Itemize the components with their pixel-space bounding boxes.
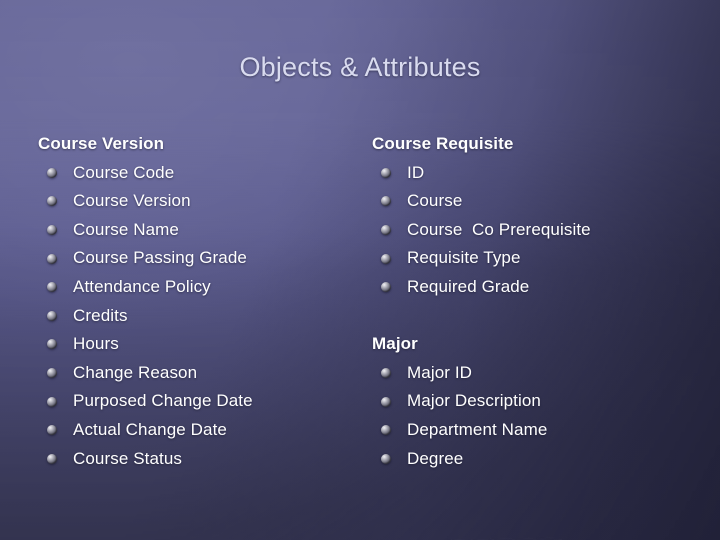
group-heading: Course Version xyxy=(38,134,165,153)
left-column: Course Version Course Code Course Versio… xyxy=(38,130,358,473)
list-item: Major Description xyxy=(372,387,702,416)
list-item: Requisite Type xyxy=(372,244,702,273)
list-item: Course Status xyxy=(38,445,358,474)
list-item: Attendance Policy xyxy=(38,273,358,302)
attribute-group-course-version: Course Version Course Code Course Versio… xyxy=(38,130,358,473)
right-column: Course Requisite ID Course Course Co Pre… xyxy=(372,130,702,473)
attribute-group-course-requisite: Course Requisite ID Course Course Co Pre… xyxy=(372,130,702,302)
list-item: Degree xyxy=(372,445,702,474)
presentation-slide: Objects & Attributes Course Version Cour… xyxy=(0,0,720,540)
list-item: Hours xyxy=(38,330,358,359)
slide-title: Objects & Attributes xyxy=(239,52,481,82)
list-item: Course Co Prerequisite xyxy=(372,216,702,245)
list-item: Course Version xyxy=(38,187,358,216)
list-item: Actual Change Date xyxy=(38,416,358,445)
list-item: Credits xyxy=(38,302,358,331)
slide-content: Objects & Attributes Course Version Cour… xyxy=(0,0,720,540)
attribute-list: Major ID Major Description Department Na… xyxy=(372,359,702,473)
list-item: Course Passing Grade xyxy=(38,244,358,273)
list-item: Department Name xyxy=(372,416,702,445)
list-item: Course Name xyxy=(38,216,358,245)
list-item: Required Grade xyxy=(372,273,702,302)
group-heading: Course Requisite xyxy=(372,134,514,153)
attribute-list: Course Code Course Version Course Name C… xyxy=(38,159,358,474)
list-item: Purposed Change Date xyxy=(38,387,358,416)
list-item: Major ID xyxy=(372,359,702,388)
list-item: Change Reason xyxy=(38,359,358,388)
list-item: Course xyxy=(372,187,702,216)
attribute-group-major: Major Major ID Major Description Departm… xyxy=(372,330,702,473)
list-item: Course Code xyxy=(38,159,358,188)
group-heading: Major xyxy=(372,334,418,354)
attribute-list: ID Course Course Co Prerequisite Requisi… xyxy=(372,159,702,302)
list-item: ID xyxy=(372,159,702,188)
